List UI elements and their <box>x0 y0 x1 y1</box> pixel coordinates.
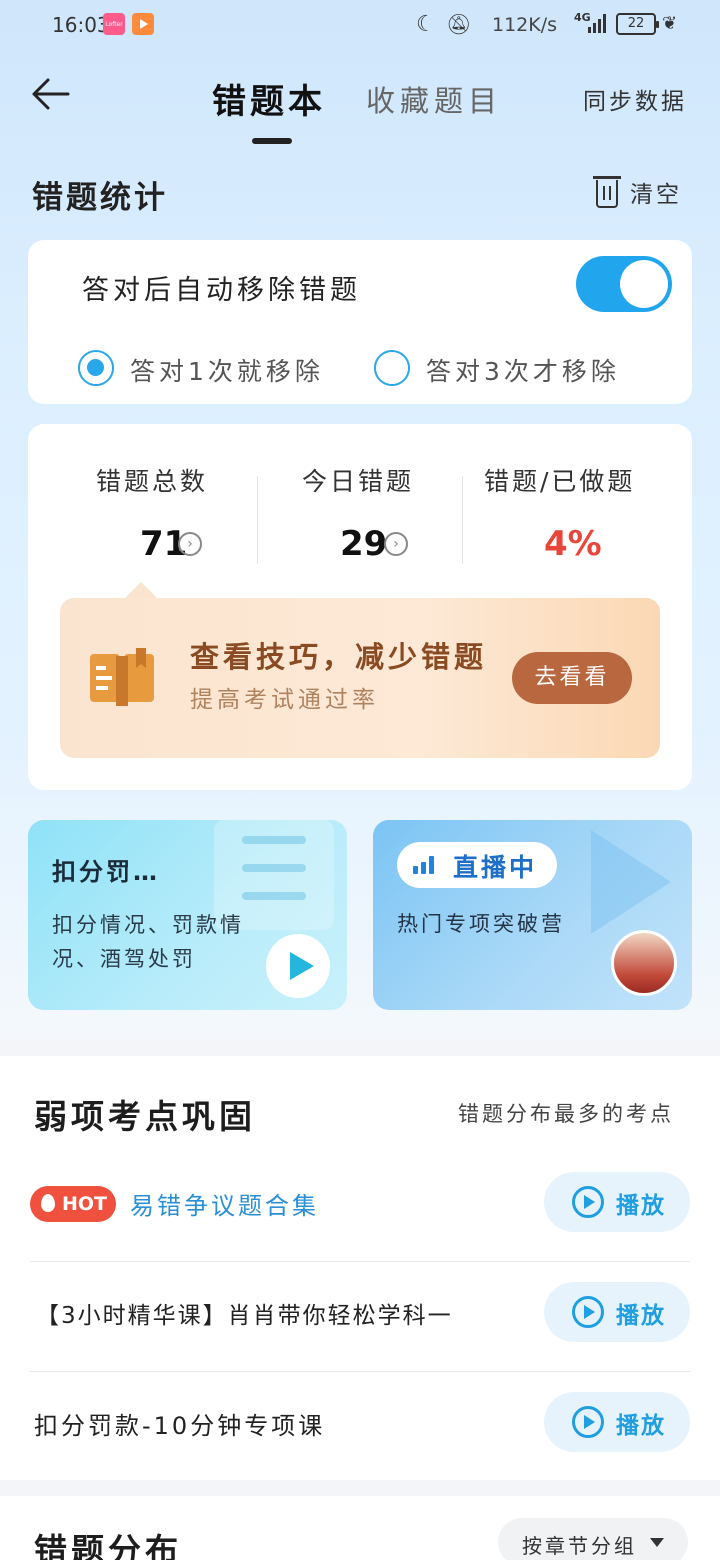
auto-remove-card: 答对后自动移除错题 答对1次就移除 答对3次才移除 <box>28 240 692 404</box>
lofter-app-icon: Lofter <box>103 13 125 35</box>
book-icon <box>90 648 154 706</box>
list-item[interactable]: HOT 易错争议题合集 播放 <box>30 1152 690 1262</box>
flame-icon <box>41 1194 55 1212</box>
group-by-chapter-dropdown[interactable]: 按章节分组 <box>498 1518 688 1560</box>
distribution-section: 错题分布 按章节分组 <box>0 1496 720 1560</box>
list-item-title[interactable]: 【3小时精华课】肖肖带你轻松学科一 <box>36 1296 453 1330</box>
signal-icon <box>588 13 608 33</box>
radio-option-2-label[interactable]: 答对3次才移除 <box>426 352 620 388</box>
play-button-label: 播放 <box>616 1303 666 1329</box>
clear-label: 清空 <box>630 182 682 208</box>
status-bar: 16:03 Lofter ☾ 🔕︎ 112K/s 4G 22 ❦ <box>0 0 720 50</box>
today-chevron-icon[interactable]: › <box>384 532 408 556</box>
list-item[interactable]: 扣分罚款-10分钟专项课 播放 <box>30 1372 690 1482</box>
clear-button[interactable]: 清空 <box>593 175 682 211</box>
list-item-title[interactable]: 易错争议题合集 <box>130 1186 319 1221</box>
dropdown-arrow-icon <box>650 1538 664 1547</box>
radio-option-1-label[interactable]: 答对1次就移除 <box>130 352 324 388</box>
penalty-card-title: 扣分罚… <box>52 858 160 886</box>
bell-off-icon: 🔕︎ <box>446 12 472 36</box>
play-circle-icon <box>572 1406 604 1438</box>
penalty-card-subtitle: 扣分情况、罚款情况、酒驾处罚 <box>52 913 244 971</box>
net-speed: 112K/s <box>492 14 558 36</box>
video-app-icon <box>132 13 154 35</box>
total-label: 错题总数 <box>96 467 209 496</box>
lofter-app-label: Lofter <box>105 21 123 28</box>
play-icon[interactable] <box>266 934 330 998</box>
play-button[interactable]: 播放 <box>544 1282 690 1342</box>
radio-option-2[interactable] <box>374 350 410 386</box>
decorative-play-icon <box>591 830 671 934</box>
sync-data-button[interactable]: 同步数据 <box>583 82 687 116</box>
live-course-card[interactable]: 直播中 热门专项突破营 <box>373 820 692 1010</box>
tips-banner[interactable]: 查看技巧，减少错题 提高考试通过率 去看看 <box>60 598 660 758</box>
tip-subtitle: 提高考试通过率 <box>190 687 379 713</box>
ratio-value: 4% <box>544 524 602 564</box>
battery-icon: 22 <box>616 13 659 35</box>
distribution-title: 错题分布 <box>34 1531 182 1560</box>
today-label: 今日错题 <box>302 467 415 496</box>
moon-icon: ☾ <box>416 12 436 37</box>
leaf-icon: ❦ <box>662 13 678 34</box>
auto-remove-toggle[interactable] <box>576 256 672 312</box>
trash-icon <box>593 176 621 208</box>
today-value[interactable]: 29 <box>340 524 387 564</box>
list-item[interactable]: 【3小时精华课】肖肖带你轻松学科一 播放 <box>30 1262 690 1372</box>
battery-level: 22 <box>627 16 645 31</box>
stats-card: 错题总数 71 › 今日错题 29 › 错题/已做题 4% 查看技巧，减少错题 … <box>28 424 692 790</box>
live-card-subtitle: 热门专项突破营 <box>397 912 565 936</box>
group-by-label: 按章节分组 <box>522 1534 637 1558</box>
penalty-course-card[interactable]: 扣分罚… 扣分情况、罚款情况、酒驾处罚 <box>28 820 347 1010</box>
hot-badge-label: HOT <box>62 1193 108 1215</box>
avatar <box>611 930 677 996</box>
list-item-title[interactable]: 扣分罚款-10分钟专项课 <box>34 1406 325 1441</box>
tip-pointer <box>125 582 157 598</box>
play-circle-icon <box>572 1296 604 1328</box>
go-see-button[interactable]: 去看看 <box>512 652 632 704</box>
play-button[interactable]: 播放 <box>544 1392 690 1452</box>
toggle-knob <box>620 260 668 308</box>
weak-points-section: 弱项考点巩固 错题分布最多的考点 HOT 易错争议题合集 播放 【3小时精华课】… <box>0 1056 720 1480</box>
weak-points-hint: 错题分布最多的考点 <box>458 1102 674 1126</box>
divider <box>462 476 463 564</box>
radio-option-1[interactable] <box>78 350 114 386</box>
play-button-label: 播放 <box>616 1193 666 1219</box>
status-time: 16:03 <box>52 13 110 37</box>
ratio-label: 错题/已做题 <box>484 467 636 496</box>
live-label: 直播中 <box>453 853 538 882</box>
weak-points-title: 弱项考点巩固 <box>34 1097 256 1136</box>
auto-remove-label: 答对后自动移除错题 <box>82 275 361 306</box>
tab-favorites[interactable]: 收藏题目 <box>366 78 502 120</box>
live-badge: 直播中 <box>397 842 557 888</box>
stats-section-title: 错题统计 <box>32 180 168 216</box>
tip-title: 查看技巧，减少错题 <box>190 640 488 674</box>
play-circle-icon <box>572 1186 604 1218</box>
play-button[interactable]: 播放 <box>544 1172 690 1232</box>
play-button-label: 播放 <box>616 1413 666 1439</box>
hot-badge: HOT <box>30 1186 116 1222</box>
tab-wrong-questions[interactable]: 错题本 <box>212 74 326 123</box>
tab-underline <box>252 138 292 144</box>
divider <box>257 476 258 564</box>
total-chevron-icon[interactable]: › <box>178 532 202 556</box>
live-bars-icon <box>413 856 437 874</box>
back-arrow-icon[interactable] <box>28 72 72 116</box>
